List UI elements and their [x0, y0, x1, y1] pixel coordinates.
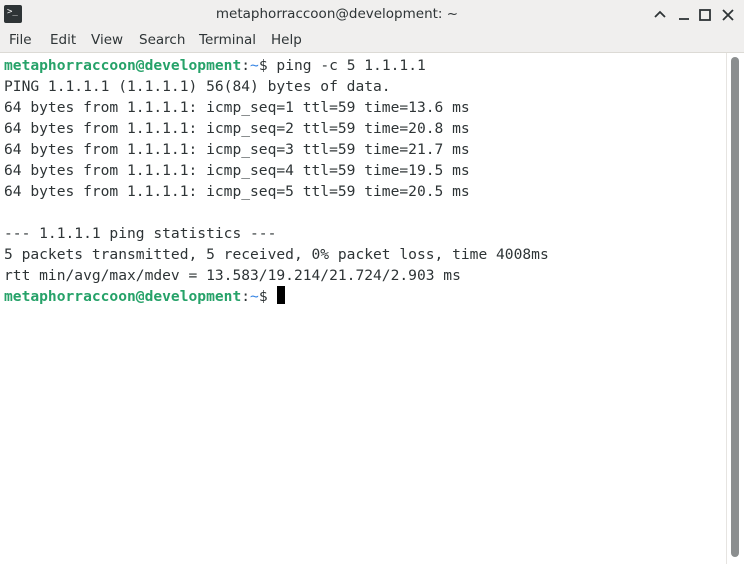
- output-line: 64 bytes from 1.1.1.1: icmp_seq=2 ttl=59…: [4, 120, 470, 137]
- menu-file[interactable]: File: [9, 29, 32, 52]
- terminal-output-area[interactable]: metaphorraccoon@development:~$ ping -c 5…: [0, 53, 726, 564]
- prompt-symbol: $: [258, 57, 268, 74]
- output-line: 5 packets transmitted, 5 received, 0% pa…: [4, 246, 549, 263]
- menu-bar: File Edit View Search Terminal Help: [0, 29, 744, 53]
- prompt-user-host: metaphorraccoon@development: [4, 288, 242, 305]
- vertical-scrollbar[interactable]: [726, 53, 744, 564]
- output-line: 64 bytes from 1.1.1.1: icmp_seq=4 ttl=59…: [4, 162, 470, 179]
- menu-search[interactable]: Search: [139, 29, 185, 52]
- command-line: metaphorraccoon@development:~$ ping -c 5…: [4, 55, 426, 76]
- close-icon[interactable]: [718, 5, 738, 25]
- output-line: 64 bytes from 1.1.1.1: icmp_seq=1 ttl=59…: [4, 99, 470, 116]
- menu-help[interactable]: Help: [271, 29, 302, 52]
- prompt-user-host: metaphorraccoon@development: [4, 57, 242, 74]
- title-bar[interactable]: >_ metaphorraccoon@development: ~: [0, 0, 744, 29]
- scrollbar-thumb[interactable]: [731, 57, 739, 557]
- prompt-colon: :: [241, 288, 251, 305]
- menu-view[interactable]: View: [91, 29, 123, 52]
- prompt-symbol: $: [258, 288, 268, 305]
- prompt-path: ~: [250, 288, 259, 305]
- output-line: PING 1.1.1.1 (1.1.1.1) 56(84) bytes of d…: [4, 78, 391, 95]
- prompt-path: ~: [250, 57, 259, 74]
- output-line: rtt min/avg/max/mdev = 13.583/19.214/21.…: [4, 267, 461, 284]
- prompt-colon: :: [241, 57, 251, 74]
- maximize-up-icon[interactable]: [650, 5, 670, 25]
- menu-terminal[interactable]: Terminal: [199, 29, 256, 52]
- output-line: --- 1.1.1.1 ping statistics ---: [4, 225, 277, 242]
- terminal-window: >_ metaphorraccoon@development: ~ File E…: [0, 0, 744, 564]
- text-cursor: [277, 286, 286, 304]
- current-prompt-line: metaphorraccoon@development:~$: [4, 286, 286, 307]
- minimize-icon[interactable]: [674, 5, 694, 25]
- command-text: ping -c 5 1.1.1.1: [267, 57, 426, 74]
- output-line: 64 bytes from 1.1.1.1: icmp_seq=3 ttl=59…: [4, 141, 470, 158]
- menu-edit[interactable]: Edit: [50, 29, 76, 52]
- window-title: metaphorraccoon@development: ~: [215, 6, 459, 22]
- restore-icon[interactable]: [695, 5, 715, 25]
- output-line: 64 bytes from 1.1.1.1: icmp_seq=5 ttl=59…: [4, 183, 470, 200]
